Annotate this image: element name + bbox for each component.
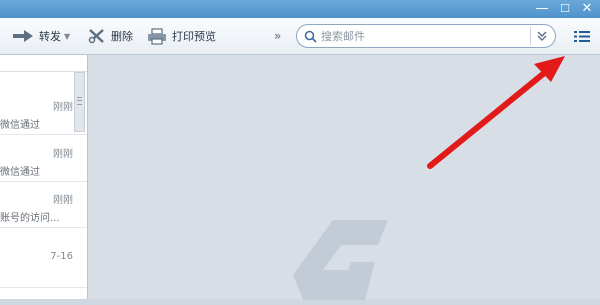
annotation-arrow (427, 56, 565, 169)
